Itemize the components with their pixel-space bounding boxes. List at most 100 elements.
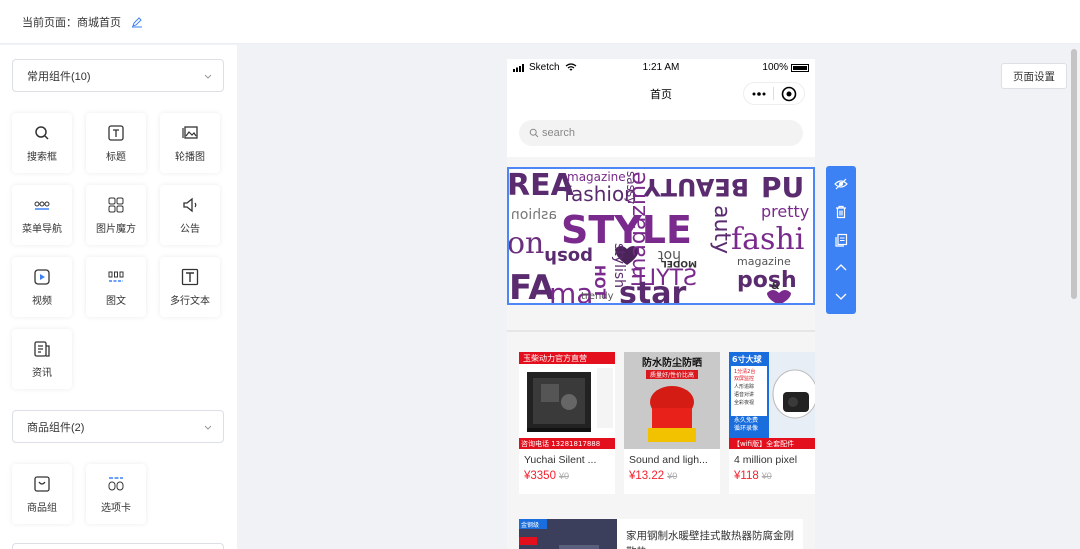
- news-thumbnail: 金钢级: [519, 519, 617, 549]
- search-component[interactable]: search: [507, 111, 815, 157]
- component-label: 公告: [180, 223, 200, 235]
- mini-program-capsule[interactable]: [743, 82, 805, 105]
- component-label: 轮播图: [175, 151, 205, 163]
- goods-group: 玉柴动力官方直营 咨询电话 13281817888 Yuchai Silent …: [507, 342, 815, 509]
- phone-preview: Sketch 1:21 AM 100% 首页 search REA magazi…: [507, 59, 815, 549]
- carousel-icon: [182, 125, 198, 139]
- svg-text:ashion: ashion: [511, 207, 557, 223]
- move-up-icon[interactable]: [834, 261, 848, 275]
- component-video[interactable]: 视频: [12, 257, 72, 317]
- nav-bar: 首页: [507, 77, 815, 111]
- hide-icon[interactable]: [834, 177, 848, 191]
- group-label: 常用组件(10): [27, 70, 91, 83]
- component-tabs[interactable]: 选项卡: [86, 464, 146, 524]
- goods-card[interactable]: 6寸大球 1分清2台 双屏监控 人形追踪 语音对讲 全彩夜视 永久免费 循环录像: [729, 352, 815, 494]
- edit-icon[interactable]: [131, 16, 143, 28]
- scrollbar[interactable]: [1071, 49, 1077, 299]
- svg-text:on: on: [509, 226, 544, 261]
- component-sidebar: 常用组件(10) 搜索框 标题 轮播图 菜单导航 图片魔方 公告 视频 图文 多…: [0, 45, 237, 549]
- current-page-label: 当前页面：商城首页: [22, 16, 121, 29]
- svg-text:BEAUTY: BEAUTY: [643, 173, 749, 201]
- component-announcement[interactable]: 公告: [160, 185, 220, 245]
- component-label: 图文: [106, 295, 126, 307]
- goods-image: 防水防尘防晒 质量好/性价比高: [624, 352, 720, 449]
- nav-title: 首页: [650, 89, 672, 101]
- news-item[interactable]: 金钢级 家用钢制水暖壁挂式散热器防腐金刚散热: [519, 519, 803, 549]
- svg-text:语音对讲: 语音对讲: [734, 391, 754, 398]
- component-label: 多行文本: [170, 295, 210, 307]
- more-icon[interactable]: [752, 91, 766, 96]
- goods-name: Sound and ligh...: [629, 454, 708, 466]
- goods-image: 玉柴动力官方直营 咨询电话 13281817888: [519, 352, 615, 449]
- goods-components-group[interactable]: 商品组件(2): [12, 410, 224, 443]
- battery: 100%: [762, 62, 809, 73]
- svg-text:posh: posh: [544, 246, 593, 267]
- move-down-icon[interactable]: [834, 289, 848, 303]
- svg-text:PU: PU: [761, 171, 804, 204]
- component-label: 菜单导航: [22, 223, 62, 235]
- component-label: 视频: [32, 295, 52, 307]
- svg-text:magazine: magazine: [626, 172, 651, 280]
- news-icon: [34, 340, 50, 357]
- carousel-banner[interactable]: REA magazine fashion BEAUTY PU pretty as…: [507, 167, 815, 305]
- search-input[interactable]: search: [519, 120, 803, 146]
- component-label: 搜索框: [27, 151, 57, 163]
- component-goods-group[interactable]: 商品组: [12, 464, 72, 524]
- goods-card[interactable]: 玉柴动力官方直营 咨询电话 13281817888 Yuchai Silent …: [519, 352, 615, 494]
- svg-text:&: &: [771, 281, 780, 292]
- chevron-down-icon: [204, 425, 212, 430]
- svg-text:star: star: [619, 276, 686, 303]
- component-label: 选项卡: [101, 502, 131, 514]
- svg-text:auty: auty: [709, 205, 734, 254]
- svg-text:双屏监控: 双屏监控: [734, 375, 754, 382]
- component-toolbar: [826, 166, 856, 314]
- component-image-text[interactable]: 图文: [86, 257, 146, 317]
- common-components-group[interactable]: 常用组件(10): [12, 59, 224, 92]
- component-title[interactable]: 标题: [86, 113, 146, 173]
- component-image-cube[interactable]: 图片魔方: [86, 185, 146, 245]
- delete-icon[interactable]: [834, 205, 848, 219]
- svg-text:永久免费: 永久免费: [734, 416, 758, 424]
- search-icon: [35, 125, 49, 140]
- component-news[interactable]: 资讯: [12, 329, 72, 389]
- component-search[interactable]: 搜索框: [12, 113, 72, 173]
- component-menu-nav[interactable]: 菜单导航: [12, 185, 72, 245]
- next-group[interactable]: [12, 543, 224, 549]
- tabs-icon: [108, 476, 124, 490]
- menu-nav-icon: [34, 201, 50, 210]
- title-icon: [108, 124, 124, 141]
- component-label: 资讯: [32, 367, 52, 379]
- component-multiline-text[interactable]: 多行文本: [160, 257, 220, 317]
- search-icon: [529, 128, 539, 138]
- svg-text:全彩夜视: 全彩夜视: [734, 399, 754, 406]
- chevron-down-icon: [204, 74, 212, 79]
- svg-text:fashi: fashi: [731, 222, 804, 257]
- news-title: 家用钢制水暖壁挂式散热器防腐金刚散热: [626, 530, 794, 549]
- svg-text:人形追踪: 人形追踪: [734, 383, 754, 390]
- copy-icon[interactable]: [834, 233, 848, 247]
- svg-text:【wifi版】全套配件: 【wifi版】全套配件: [733, 439, 794, 448]
- battery-icon: [791, 63, 809, 72]
- component-carousel[interactable]: 轮播图: [160, 113, 220, 173]
- video-icon: [34, 268, 50, 285]
- svg-text:玉柴动力官方直营: 玉柴动力官方直营: [523, 353, 587, 363]
- multiline-text-icon: [181, 268, 199, 285]
- status-bar: Sketch 1:21 AM 100%: [507, 59, 815, 77]
- goods-card[interactable]: 防水防尘防晒 质量好/性价比高 Sound and ligh... ¥13.22…: [624, 352, 720, 494]
- goods-price: ¥118 ¥0: [734, 470, 772, 482]
- goods-price: ¥13.22 ¥0: [629, 470, 678, 482]
- canvas-area: Sketch 1:21 AM 100% 首页 search REA magazi…: [237, 45, 1080, 549]
- svg-text:pretty: pretty: [761, 202, 809, 221]
- component-label: 图片魔方: [96, 223, 136, 235]
- divider: [507, 330, 815, 332]
- svg-text:posh: posh: [737, 268, 797, 293]
- close-target-icon[interactable]: [781, 86, 797, 102]
- svg-text:6寸大球: 6寸大球: [732, 354, 763, 364]
- page-settings-button[interactable]: 页面设置: [1001, 63, 1067, 89]
- goods-name: 4 million pixel: [734, 454, 798, 466]
- svg-text:1分清2台: 1分清2台: [734, 368, 755, 375]
- svg-text:咨询电话 13281817888: 咨询电话 13281817888: [521, 439, 600, 448]
- image-text-icon: [108, 271, 124, 282]
- group-label: 商品组件(2): [27, 421, 85, 434]
- banner-image: REA magazine fashion BEAUTY PU pretty as…: [509, 169, 813, 303]
